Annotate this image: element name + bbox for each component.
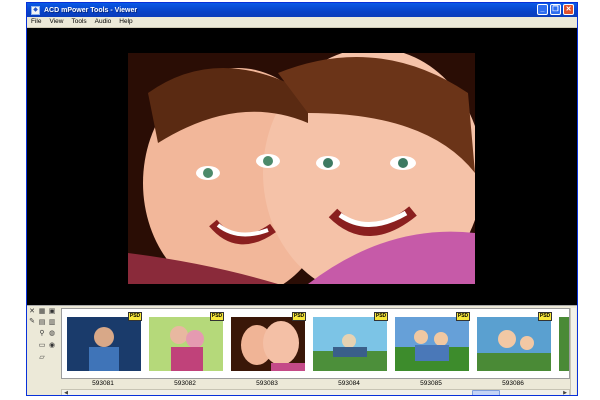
window-controls: _ ❐ ✕ <box>537 4 574 15</box>
thumbnail-item[interactable]: PSD <box>310 312 390 378</box>
thumbnail-label: 593086 <box>502 380 524 387</box>
thumbnail-item[interactable]: PSD <box>64 312 144 378</box>
menu-tools[interactable]: Tools <box>67 17 90 27</box>
thumbnail-labels: 593081 593082 593083 593084 593085 59308… <box>61 379 570 389</box>
scroll-right-icon[interactable]: ▶ <box>561 390 569 395</box>
psd-badge: PSD <box>456 312 470 321</box>
menu-audio[interactable]: Audio <box>91 17 116 27</box>
psd-badge: PSD <box>374 312 388 321</box>
open-icon[interactable]: ▱ <box>38 354 46 362</box>
app-icon: ◆ <box>31 5 40 15</box>
thumbnail-image <box>149 317 223 371</box>
thumbnail-item[interactable]: PSD <box>392 312 472 378</box>
thumbnail-image <box>67 317 141 371</box>
thumbnail-image <box>477 317 551 371</box>
thumbnail-icon[interactable]: ▣ <box>48 308 56 316</box>
scroll-left-icon[interactable]: ◀ <box>62 390 70 395</box>
menu-help[interactable]: Help <box>115 17 136 27</box>
open-folder-icon[interactable]: ▭ <box>38 342 46 350</box>
image-icon[interactable]: ▥ <box>48 319 56 327</box>
thumbnail-label: 593085 <box>420 380 442 387</box>
psd-badge: PSD <box>210 312 224 321</box>
close-button[interactable]: ✕ <box>563 4 574 15</box>
vertical-scrollbar[interactable] <box>570 308 576 395</box>
psd-badge: PSD <box>538 312 552 321</box>
grid-view-icon[interactable]: ▦ <box>38 308 46 316</box>
scroll-thumb[interactable] <box>472 390 500 395</box>
restore-button[interactable]: ❐ <box>550 4 561 15</box>
window-title: ACD mPower Tools - Viewer <box>44 6 138 14</box>
psd-badge: PSD <box>292 312 306 321</box>
thumbnail-image <box>231 317 305 371</box>
minimize-button[interactable]: _ <box>537 4 548 15</box>
menu-bar: File View Tools Audio Help <box>27 17 577 28</box>
thumbnail-image <box>313 317 387 371</box>
tool-column: ✕ ✎ ▦ ▣ ▤ ▥ ⚲ ◍ ▭ ◉ ▱ <box>27 308 61 392</box>
thumbnail-item[interactable] <box>556 312 569 378</box>
thumbnail-image <box>559 317 569 371</box>
thumbnail-label: 593082 <box>174 380 196 387</box>
thumbnail-strip[interactable]: PSD PSD PSD PSD PSD PSD <box>61 308 570 379</box>
globe-icon[interactable]: ◍ <box>48 330 56 338</box>
thumbnail-item[interactable]: PSD <box>474 312 554 378</box>
search-icon[interactable]: ⚲ <box>38 330 46 338</box>
main-photo[interactable] <box>128 53 475 284</box>
psd-badge: PSD <box>128 312 142 321</box>
thumbnail-label: 593083 <box>256 380 278 387</box>
horizontal-scrollbar[interactable]: ◀ ▶ <box>61 389 570 395</box>
thumbnail-item[interactable]: PSD <box>228 312 308 378</box>
thumbnail-panel: ✕ ✎ ▦ ▣ ▤ ▥ ⚲ ◍ ▭ ◉ ▱ PSD PSD PSD PSD PS… <box>27 305 577 395</box>
thumbnail-label: 593084 <box>338 380 360 387</box>
folder-icon[interactable]: ▤ <box>38 319 46 327</box>
photo-illustration <box>128 53 475 284</box>
title-bar[interactable]: ◆ ACD mPower Tools - Viewer _ ❐ ✕ <box>27 3 577 17</box>
viewer-window: ◆ ACD mPower Tools - Viewer _ ❐ ✕ File V… <box>26 2 578 396</box>
thumbnail-label: 593081 <box>92 380 114 387</box>
thumbnail-image <box>395 317 469 371</box>
pin-icon[interactable]: ✎ <box>28 318 36 326</box>
close-icon[interactable]: ✕ <box>28 308 36 316</box>
thumbnail-item[interactable]: PSD <box>146 312 226 378</box>
web-icon[interactable]: ◉ <box>48 342 56 350</box>
menu-view[interactable]: View <box>45 17 67 27</box>
menu-file[interactable]: File <box>27 17 45 27</box>
image-viewer-area[interactable] <box>27 28 577 305</box>
